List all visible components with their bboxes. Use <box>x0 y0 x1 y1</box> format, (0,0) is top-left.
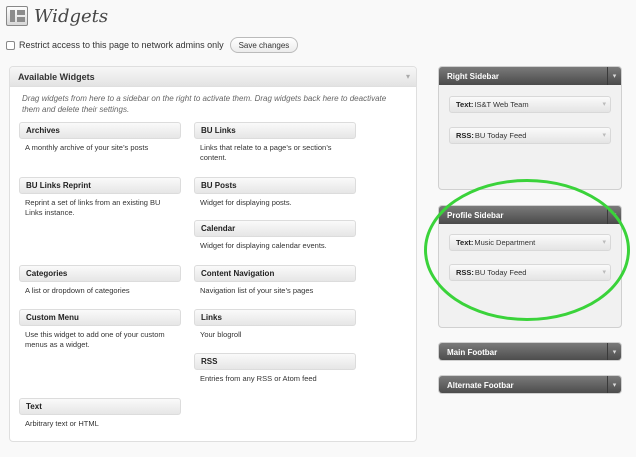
sidebar-widget-name: BU Today Feed <box>474 268 527 277</box>
widget-links[interactable]: Links Your blogroll <box>194 309 356 340</box>
save-changes-button[interactable]: Save changes <box>229 37 299 53</box>
widget-categories[interactable]: Categories A list or dropdown of categor… <box>19 265 181 296</box>
widget-title[interactable]: BU Posts <box>194 177 356 194</box>
widget-title[interactable]: RSS <box>194 353 356 370</box>
widget-description: A list or dropdown of categories <box>25 286 130 295</box>
widget-title[interactable]: Custom Menu <box>19 309 181 326</box>
collapse-arrow-icon[interactable]: ▾ <box>607 67 621 85</box>
widget-title[interactable]: BU Links <box>194 122 356 139</box>
sidebar-widget-name: BU Today Feed <box>474 131 527 140</box>
widget-description: A monthly archive of your site’s posts <box>25 143 149 152</box>
available-widgets-title: Available Widgets <box>18 71 95 82</box>
widget-bu-links-reprint[interactable]: BU Links Reprint Reprint a set of links … <box>19 177 181 218</box>
page-header: Widgets <box>6 4 108 28</box>
expand-arrow-icon[interactable]: ▾ <box>602 131 606 139</box>
widget-title[interactable]: Links <box>194 309 356 326</box>
collapse-arrow-icon[interactable]: ▾ <box>607 343 621 360</box>
widget-title[interactable]: Categories <box>19 265 181 282</box>
sidebar-widget-text[interactable]: Text: Music Department ▾ <box>449 234 611 251</box>
sidebar-title: Right Sidebar <box>447 71 500 81</box>
expand-arrow-icon[interactable]: ▾ <box>602 268 606 276</box>
widget-description: Entries from any RSS or Atom feed <box>200 374 317 383</box>
widget-rss[interactable]: RSS Entries from any RSS or Atom feed <box>194 353 356 384</box>
widget-title[interactable]: Text <box>19 398 181 415</box>
page-title: Widgets <box>34 5 109 27</box>
expand-arrow-icon[interactable]: ▾ <box>602 238 606 246</box>
sidebar-widget-name: Music Department <box>474 238 536 247</box>
sidebar-title: Main Footbar <box>447 347 498 357</box>
sidebar-widget-text[interactable]: Text: IS&T Web Team ▾ <box>449 96 611 113</box>
widget-description: Use this widget to add one of your custo… <box>25 330 165 349</box>
sidebar-widget-rss[interactable]: RSS: BU Today Feed ▾ <box>449 127 611 144</box>
sidebar-widget-type: Text: <box>456 100 474 109</box>
widget-description: Widget for displaying posts. <box>200 198 292 207</box>
widget-bu-posts[interactable]: BU Posts Widget for displaying posts. <box>194 177 356 208</box>
alternate-footbar-panel: Alternate Footbar ▾ <box>438 375 622 394</box>
widget-description: Navigation list of your site’s pages <box>200 286 314 295</box>
collapse-arrow-icon[interactable]: ▾ <box>400 67 416 86</box>
widget-archives[interactable]: Archives A monthly archive of your site’… <box>19 122 181 153</box>
collapse-arrow-icon[interactable]: ▾ <box>607 376 621 393</box>
widget-title[interactable]: Calendar <box>194 220 356 237</box>
restrict-access-checkbox[interactable] <box>6 40 15 50</box>
sidebar-widget-type: RSS: <box>456 131 474 140</box>
widget-description: Reprint a set of links from an existing … <box>25 198 161 217</box>
sidebar-title: Profile Sidebar <box>447 210 504 220</box>
available-widgets-panel: Available Widgets ▾ Drag widgets from he… <box>9 66 417 442</box>
widget-description: Links that relate to a page’s or section… <box>200 143 332 162</box>
sidebar-widget-type: RSS: <box>456 268 474 277</box>
sidebar-title: Alternate Footbar <box>447 380 514 390</box>
widget-text[interactable]: Text Arbitrary text or HTML <box>19 398 181 429</box>
sidebar-widget-type: Text: <box>456 238 474 247</box>
sidebar-widget-rss[interactable]: RSS: BU Today Feed ▾ <box>449 264 611 281</box>
widget-calendar[interactable]: Calendar Widget for displaying calendar … <box>194 220 356 251</box>
profile-sidebar-header[interactable]: Profile Sidebar ▾ <box>439 206 621 224</box>
collapse-arrow-icon[interactable]: ▾ <box>607 206 621 224</box>
profile-sidebar-panel: Profile Sidebar ▾ Text: Music Department… <box>438 205 622 328</box>
widgets-page-icon <box>6 6 28 26</box>
available-widgets-description: Drag widgets from here to a sidebar on t… <box>22 94 387 114</box>
expand-arrow-icon[interactable]: ▾ <box>602 100 606 108</box>
restrict-access-row: Restrict access to this page to network … <box>6 37 299 53</box>
main-footbar-header[interactable]: Main Footbar ▾ <box>439 343 621 360</box>
widget-description: Your blogroll <box>200 330 242 339</box>
sidebar-widget-name: IS&T Web Team <box>474 100 529 109</box>
widget-custom-menu[interactable]: Custom Menu Use this widget to add one o… <box>19 309 181 350</box>
available-widgets-header[interactable]: Available Widgets ▾ <box>10 67 416 87</box>
right-sidebar-header[interactable]: Right Sidebar ▾ <box>439 67 621 85</box>
right-sidebar-panel: Right Sidebar ▾ Text: IS&T Web Team ▾ RS… <box>438 66 622 190</box>
restrict-access-label[interactable]: Restrict access to this page to network … <box>19 40 224 50</box>
widget-title[interactable]: BU Links Reprint <box>19 177 181 194</box>
widget-content-navigation[interactable]: Content Navigation Navigation list of yo… <box>194 265 356 296</box>
widget-description: Arbitrary text or HTML <box>25 419 99 428</box>
widget-title[interactable]: Content Navigation <box>194 265 356 282</box>
alternate-footbar-header[interactable]: Alternate Footbar ▾ <box>439 376 621 393</box>
widget-description: Widget for displaying calendar events. <box>200 241 327 250</box>
main-footbar-panel: Main Footbar ▾ <box>438 342 622 361</box>
widget-title[interactable]: Archives <box>19 122 181 139</box>
widget-bu-links[interactable]: BU Links Links that relate to a page’s o… <box>194 122 356 163</box>
